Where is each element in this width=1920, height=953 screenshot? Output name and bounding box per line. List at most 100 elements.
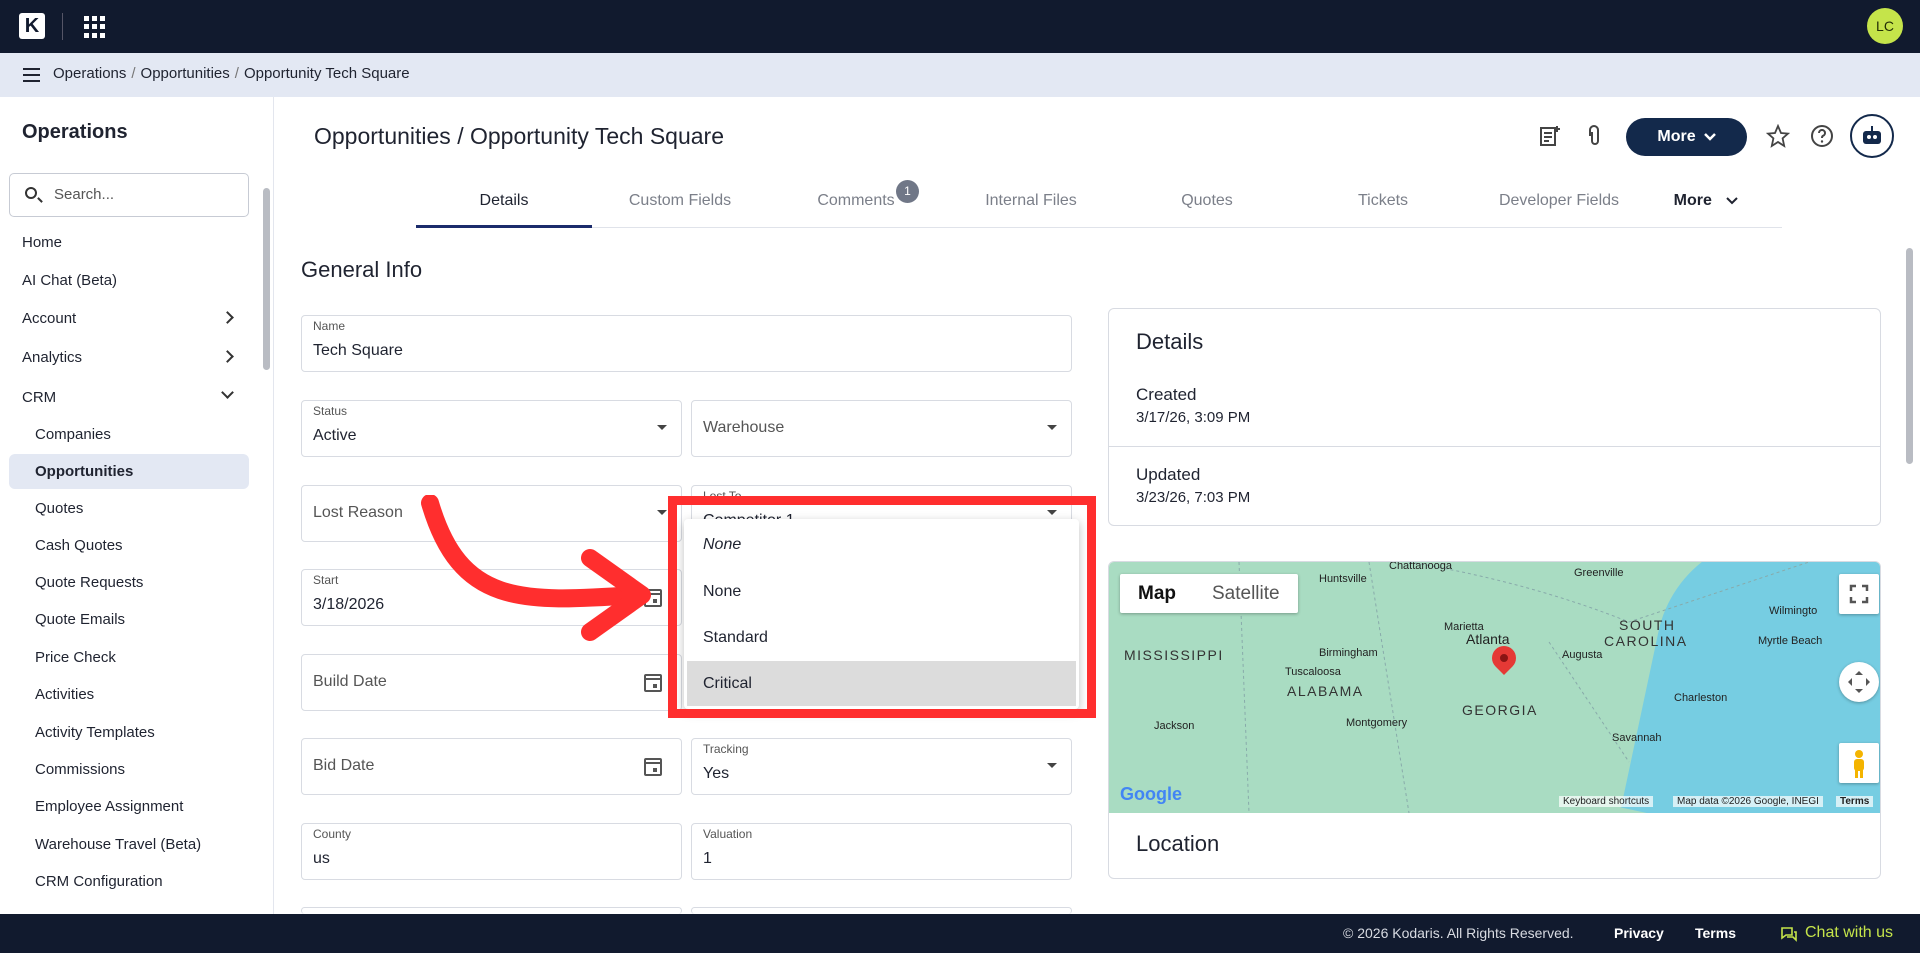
dropdown-arrow-icon (1047, 425, 1057, 430)
map-view-button[interactable]: Map (1120, 574, 1194, 613)
sidebar-item-commissions[interactable]: Commissions (35, 761, 125, 778)
map-camera-control-icon[interactable] (1839, 662, 1879, 702)
dropdown-arrow-icon (1047, 763, 1057, 768)
sidebar-item-warehouse-travel[interactable]: Warehouse Travel (Beta) (35, 836, 201, 853)
map-city-label: Chattanooga (1389, 562, 1452, 572)
sidebar-item-activity-templates[interactable]: Activity Templates (35, 724, 155, 741)
divider (1109, 446, 1880, 447)
chat-with-us-link[interactable]: Chat with us (1805, 924, 1893, 942)
apps-grid-icon[interactable] (84, 16, 106, 38)
tracking-select[interactable]: Tracking Yes (691, 738, 1072, 795)
bid-date-field[interactable]: Bid Date (301, 738, 682, 795)
satellite-view-button[interactable]: Satellite (1194, 574, 1298, 613)
map-type-toggle[interactable]: Map Satellite (1120, 574, 1298, 613)
sidebar-item-home[interactable]: Home (22, 234, 62, 251)
location-card: Map Satellite MISSISSIPPI ALABAMA GEORGI… (1108, 561, 1881, 879)
map-city-label: Wilmingto (1769, 605, 1818, 617)
sidebar-item-companies[interactable]: Companies (35, 426, 111, 443)
field-value: Active (313, 427, 357, 444)
avatar[interactable]: LC (1867, 8, 1903, 44)
sidebar-item-analytics[interactable]: Analytics (22, 349, 82, 366)
menu-icon[interactable] (23, 68, 40, 82)
field-placeholder: Bid Date (313, 757, 375, 774)
valuation-field[interactable]: Valuation 1 (691, 823, 1072, 880)
chevron-down-icon[interactable] (221, 386, 234, 399)
breadcrumb-opportunities[interactable]: Opportunities (141, 65, 230, 82)
ai-assistant-button[interactable] (1850, 114, 1894, 158)
warehouse-select[interactable]: Warehouse (691, 400, 1072, 457)
sidebar-item-opportunities[interactable]: Opportunities (35, 463, 133, 480)
field-label: Start (313, 573, 339, 587)
source-field[interactable] (301, 907, 682, 914)
sidebar-search[interactable] (9, 173, 249, 217)
more-button[interactable]: More (1626, 118, 1747, 156)
map-state-label: ALABAMA (1287, 683, 1364, 699)
opportunity-type-field[interactable] (691, 907, 1072, 914)
star-icon[interactable] (1766, 124, 1790, 148)
field-placeholder: Lost Reason (313, 504, 403, 521)
breadcrumb-current: Opportunity Tech Square (243, 65, 410, 82)
sidebar-item-account[interactable]: Account (22, 310, 76, 327)
name-field[interactable]: Name Tech Square (301, 315, 1072, 372)
status-select[interactable]: Status Active (301, 400, 682, 457)
tab-custom-fields[interactable]: Custom Fields (592, 192, 768, 210)
top-bar: K LC (0, 0, 1920, 53)
location-title: Location (1136, 831, 1220, 856)
build-date-field[interactable]: Build Date (301, 654, 682, 711)
add-note-icon[interactable] (1538, 124, 1562, 148)
chevron-down-icon (1726, 197, 1739, 205)
sidebar-item-ai-chat[interactable]: AI Chat (Beta) (22, 272, 117, 289)
sidebar-item-quotes[interactable]: Quotes (35, 500, 83, 517)
map-city-label: Charleston (1674, 692, 1728, 704)
map-city-label: Birmingham (1319, 647, 1378, 659)
tab-internal-files[interactable]: Internal Files (943, 192, 1119, 210)
map-city-label: Tuscaloosa (1285, 666, 1341, 678)
chat-icon[interactable] (1780, 925, 1798, 943)
map-city-label: Montgomery (1346, 717, 1408, 729)
attachment-icon[interactable] (1582, 124, 1606, 148)
sidebar-item-employee-assignment[interactable]: Employee Assignment (35, 798, 183, 815)
keyboard-shortcuts-link[interactable]: Keyboard shortcuts (1559, 796, 1654, 807)
sidebar-item-quote-emails[interactable]: Quote Emails (35, 611, 125, 628)
map[interactable]: Map Satellite MISSISSIPPI ALABAMA GEORGI… (1109, 562, 1880, 813)
chevron-down-icon (1703, 133, 1716, 141)
tab-more[interactable]: More (1646, 192, 1766, 210)
help-icon[interactable] (1810, 124, 1834, 148)
tab-developer-fields[interactable]: Developer Fields (1471, 192, 1647, 210)
footer: © 2026 Kodaris. All Rights Reserved. Pri… (0, 914, 1920, 953)
main-scrollbar[interactable] (1906, 248, 1913, 464)
sidebar-item-activities[interactable]: Activities (35, 686, 94, 703)
sidebar-item-price-check[interactable]: Price Check (35, 649, 116, 666)
field-value: Tech Square (313, 342, 403, 359)
search-input[interactable] (54, 186, 234, 203)
map-state-label: SOUTH (1619, 617, 1676, 633)
sidebar-item-cash-quotes[interactable]: Cash Quotes (35, 537, 123, 554)
breadcrumb-operations[interactable]: Operations (53, 65, 126, 82)
tab-quotes[interactable]: Quotes (1119, 192, 1295, 210)
sidebar-scrollbar[interactable] (263, 188, 270, 370)
kodaris-logo[interactable]: K (19, 13, 45, 39)
privacy-link[interactable]: Privacy (1614, 925, 1664, 941)
terms-link[interactable]: Terms (1695, 925, 1736, 941)
street-view-pegman-icon[interactable] (1839, 743, 1879, 783)
tab-tickets[interactable]: Tickets (1295, 192, 1471, 210)
county-field[interactable]: County us (301, 823, 682, 880)
search-icon (25, 187, 37, 199)
map-city-label: Huntsville (1319, 573, 1367, 585)
dropdown-arrow-icon (657, 425, 667, 430)
sidebar-item-crm-configuration[interactable]: CRM Configuration (35, 873, 163, 890)
card-title: Details (1136, 329, 1204, 354)
updated-label: Updated (1136, 465, 1201, 484)
calendar-icon[interactable] (644, 758, 662, 776)
fullscreen-icon[interactable] (1839, 574, 1879, 614)
tab-details[interactable]: Details (416, 192, 592, 210)
section-title: General Info (301, 257, 423, 282)
calendar-icon[interactable] (644, 674, 662, 692)
map-terms-link[interactable]: Terms (1836, 796, 1874, 807)
sidebar-item-quote-requests[interactable]: Quote Requests (35, 574, 143, 591)
field-value: Yes (703, 765, 730, 782)
chevron-right-icon[interactable] (221, 350, 234, 363)
chevron-right-icon[interactable] (221, 311, 234, 324)
sidebar-item-crm[interactable]: CRM (22, 389, 56, 406)
page-title: Opportunities / Opportunity Tech Square (314, 123, 724, 149)
